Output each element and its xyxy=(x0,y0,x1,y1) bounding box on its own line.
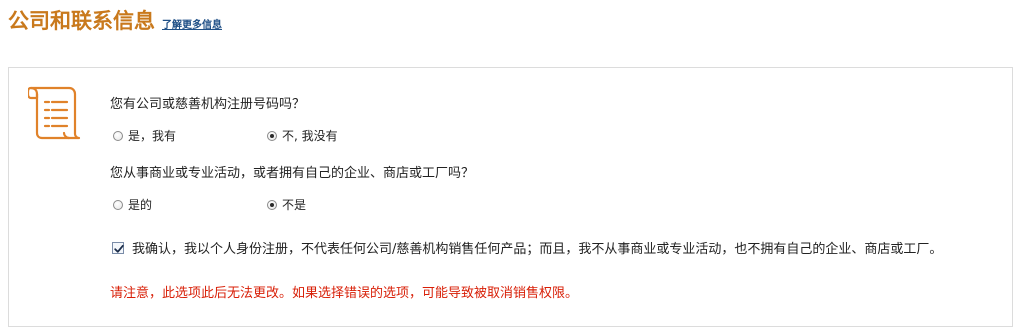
radio-option-yes-have[interactable]: 是，我有 xyxy=(113,127,176,144)
radio-button-selected[interactable] xyxy=(267,130,277,141)
radio-option-no-business[interactable]: 不是 xyxy=(267,196,306,213)
radio-button-selected[interactable] xyxy=(267,199,277,210)
radio-label: 不, 我没有 xyxy=(282,129,338,143)
confirmation-checkbox[interactable] xyxy=(112,242,124,254)
checkmark-icon xyxy=(114,244,124,253)
question-registration-number: 您有公司或慈善机构注册号码吗？ xyxy=(110,97,306,112)
scroll-document-icon xyxy=(28,86,81,140)
radio-label: 是的 xyxy=(128,198,153,212)
company-info-panel: 您有公司或慈善机构注册号码吗？ 是，我有 不, 我没有 您从事商业或专业活动，或… xyxy=(8,67,1013,327)
page-header: 公司和联系信息 了解更多信息 xyxy=(8,6,222,36)
radio-label: 是，我有 xyxy=(128,129,177,143)
question-business-activity: 您从事商业或专业活动，或者拥有自己的企业、商店或工厂吗？ xyxy=(110,166,475,181)
radio-button[interactable] xyxy=(113,199,123,210)
radio-label: 不是 xyxy=(282,198,307,212)
radio-option-yes-business[interactable]: 是的 xyxy=(113,196,152,213)
radio-button[interactable] xyxy=(113,130,123,141)
page-title: 公司和联系信息 xyxy=(8,9,155,33)
radio-option-no-have[interactable]: 不, 我没有 xyxy=(267,127,338,144)
learn-more-link[interactable]: 了解更多信息 xyxy=(162,16,222,31)
warning-message: 请注意，此选项此后无法更改。如果选择错误的选项，可能导致被取消销售权限。 xyxy=(110,286,579,301)
confirmation-text: 我确认，我以个人身份注册，不代表任何公司/慈善机构销售任何产品；而且，我不从事商… xyxy=(132,242,943,257)
